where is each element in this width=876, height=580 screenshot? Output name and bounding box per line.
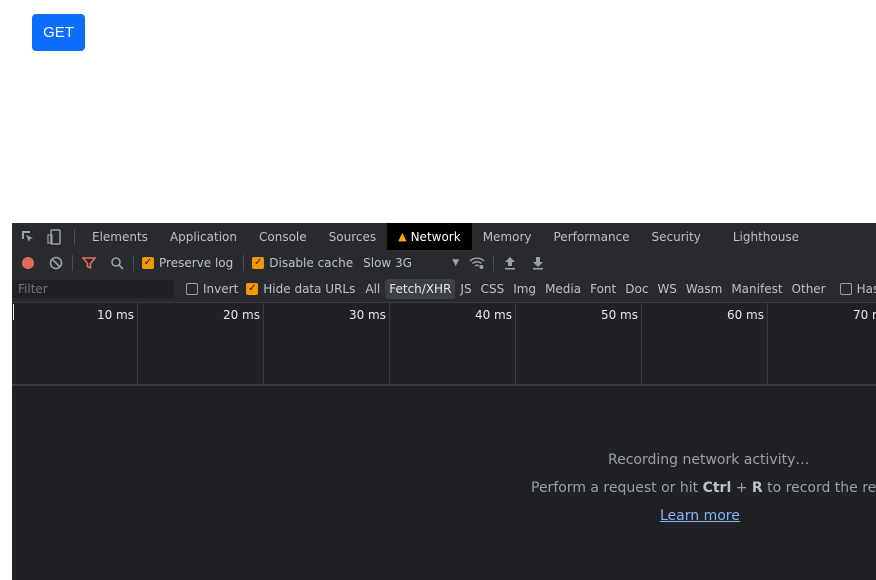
hint-key-r: R bbox=[751, 480, 763, 496]
hint-plus: + bbox=[731, 480, 752, 496]
tab-label: Sources bbox=[328, 229, 377, 244]
divider bbox=[243, 255, 245, 271]
filter-type-css[interactable]: CSS bbox=[477, 279, 509, 299]
filter-type-font[interactable]: Font bbox=[586, 279, 620, 299]
disable-cache-checkbox[interactable]: ✓ Disable cache bbox=[252, 256, 353, 270]
checkbox-unchecked-icon bbox=[839, 283, 852, 295]
resource-type-filters: All Fetch/XHR JS CSS Img Media Font Doc WS Wasm Ma… bbox=[361, 279, 829, 299]
checkbox-unchecked-icon bbox=[186, 283, 198, 295]
filter-type-other[interactable]: Other bbox=[788, 279, 830, 299]
timeline-tick: 60 ms bbox=[642, 302, 768, 384]
filter-type-manifest[interactable]: Manifest bbox=[727, 279, 786, 299]
hint-text: Perform a request or hit bbox=[531, 480, 703, 496]
filter-type-js[interactable]: JS bbox=[456, 279, 475, 299]
filter-type-img[interactable]: Img bbox=[509, 279, 540, 299]
divider bbox=[74, 228, 75, 245]
has-blocked-cookies-checkbox[interactable]: Has blocked cookies bbox=[839, 282, 876, 296]
clear-icon[interactable] bbox=[48, 255, 64, 271]
dropdown-arrow-icon: ▼ bbox=[452, 258, 460, 268]
divider bbox=[493, 255, 495, 271]
has-blocked-cookies-label: Has blocked cookies bbox=[856, 282, 876, 296]
throttling-select[interactable]: Slow 3G ▼ bbox=[363, 256, 459, 270]
timeline-tick: 20 ms bbox=[138, 302, 264, 384]
tab-performance[interactable]: Performance bbox=[543, 223, 641, 250]
tab-console[interactable]: Console bbox=[248, 223, 318, 250]
tab-elements[interactable]: Elements bbox=[81, 223, 159, 250]
network-toolbar: ✓ Preserve log ✓ Disable cache Slow 3G ▼ bbox=[12, 250, 876, 277]
timeline-overview[interactable]: 10 ms20 ms30 ms40 ms50 ms60 ms70 ms bbox=[12, 302, 876, 386]
export-har-icon[interactable] bbox=[530, 255, 546, 271]
timeline-tick: 50 ms bbox=[516, 302, 642, 384]
tab-list: Elements Application Console Sources ▲ Networ… bbox=[81, 223, 810, 250]
devtools-panel: Elements Application Console Sources ▲ Networ… bbox=[12, 223, 876, 580]
empty-state: Recording network activity… Perform a re… bbox=[12, 386, 876, 580]
filter-type-all[interactable]: All bbox=[361, 279, 384, 299]
tab-lighthouse[interactable]: Lighthouse bbox=[722, 223, 810, 250]
preserve-log-label: Preserve log bbox=[159, 256, 234, 270]
tab-label: Elements bbox=[92, 229, 148, 244]
learn-more-link[interactable]: Learn more bbox=[660, 508, 740, 524]
inspect-element-icon[interactable] bbox=[20, 229, 36, 245]
filter-type-doc[interactable]: Doc bbox=[621, 279, 652, 299]
timeline-cursor bbox=[13, 304, 14, 320]
timeline-tick: 40 ms bbox=[390, 302, 516, 384]
tab-label: Security bbox=[651, 229, 701, 244]
invert-label: Invert bbox=[203, 282, 239, 296]
record-icon[interactable] bbox=[20, 255, 36, 271]
checkbox-checked-icon: ✓ bbox=[142, 257, 154, 269]
get-button[interactable]: GET bbox=[32, 14, 85, 51]
tab-label: Console bbox=[259, 229, 307, 244]
throttling-value: Slow 3G bbox=[363, 256, 412, 270]
invert-checkbox[interactable]: Invert bbox=[186, 282, 238, 296]
devtools-tab-bar: Elements Application Console Sources ▲ Networ… bbox=[12, 223, 876, 251]
divider bbox=[133, 255, 134, 271]
filter-type-ws[interactable]: WS bbox=[653, 279, 680, 299]
hide-data-urls-label: Hide data URLs bbox=[263, 282, 356, 296]
filter-type-wasm[interactable]: Wasm bbox=[682, 279, 726, 299]
tab-label: Application bbox=[169, 229, 237, 244]
tab-memory[interactable]: Memory bbox=[472, 223, 543, 250]
tab-network[interactable]: ▲ Network bbox=[387, 223, 472, 250]
filter-bar: Invert ✓ Hide data URLs AllFetch/XHRJSCS… bbox=[12, 276, 876, 303]
reload-hint: Perform a request or hit Ctrl + R to rec… bbox=[531, 480, 876, 496]
search-icon[interactable] bbox=[109, 255, 125, 271]
warning-icon: ▲ bbox=[398, 230, 407, 243]
tab-label: Performance bbox=[553, 229, 630, 244]
import-har-icon[interactable] bbox=[502, 255, 518, 271]
hint-key-ctrl: Ctrl bbox=[702, 480, 732, 496]
device-toolbar-icon[interactable] bbox=[46, 228, 62, 245]
disable-cache-label: Disable cache bbox=[269, 256, 354, 270]
checkbox-checked-icon: ✓ bbox=[252, 257, 265, 269]
tab-label: Memory bbox=[482, 229, 532, 244]
preserve-log-checkbox[interactable]: ✓ Preserve log bbox=[142, 256, 233, 270]
timeline-tick: 30 ms bbox=[264, 302, 390, 384]
hint-text-end: to record the reload. bbox=[767, 480, 876, 496]
tab-security[interactable]: Security bbox=[641, 223, 712, 250]
tab-sources[interactable]: Sources bbox=[318, 223, 387, 250]
tab-label: Lighthouse bbox=[732, 229, 799, 244]
timeline-tick: 70 ms bbox=[768, 302, 876, 384]
recording-message: Recording network activity… bbox=[608, 452, 810, 468]
tab-label: Network bbox=[410, 229, 461, 244]
filter-input[interactable] bbox=[12, 280, 174, 298]
filter-icon[interactable] bbox=[81, 255, 97, 271]
checkbox-checked-icon: ✓ bbox=[246, 283, 259, 295]
hide-data-urls-checkbox[interactable]: ✓ Hide data URLs bbox=[246, 282, 355, 296]
filter-type-fetch-xhr[interactable]: Fetch/XHR bbox=[385, 279, 456, 299]
filter-type-media[interactable]: Media bbox=[541, 279, 585, 299]
timeline-tick: 10 ms bbox=[12, 302, 138, 384]
tab-application[interactable]: Application bbox=[159, 223, 248, 250]
network-conditions-icon[interactable] bbox=[469, 255, 485, 271]
divider bbox=[72, 255, 73, 271]
